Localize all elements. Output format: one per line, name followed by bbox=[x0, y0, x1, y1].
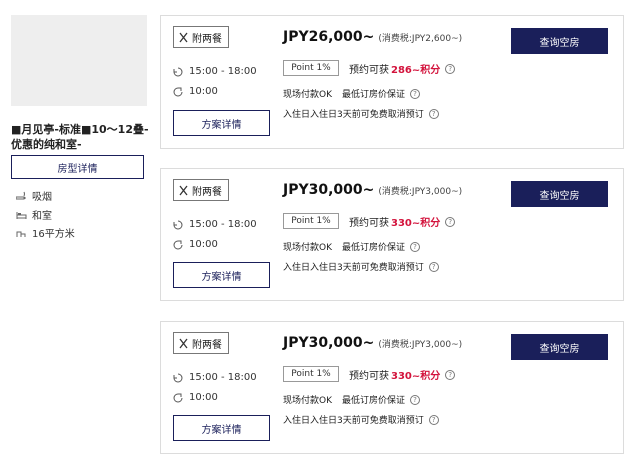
plan-tags: 现场付款OK 最低订房价保证 ? bbox=[283, 393, 421, 406]
feature-area: 16平方米 bbox=[16, 225, 75, 240]
earn-label: 预约可获 bbox=[349, 218, 389, 229]
checkout-time: 10:00 bbox=[189, 86, 218, 97]
help-icon[interactable]: ? bbox=[445, 369, 456, 380]
lowest-price-tag: 最低订房价保证 bbox=[342, 396, 406, 406]
price-amount: JPY30,000~ bbox=[283, 182, 375, 198]
feature-room-type: 和室 bbox=[16, 207, 52, 222]
checkout-time: 10:00 bbox=[189, 239, 218, 250]
smoking-icon bbox=[16, 191, 26, 199]
checkin-row: 15:00 - 18:00 bbox=[173, 219, 257, 230]
earn-points: 预约可获 330~积分 ? bbox=[349, 214, 456, 229]
earn-points: 预约可获 330~积分 ? bbox=[349, 367, 456, 382]
checkin-row: 15:00 - 18:00 bbox=[173, 372, 257, 383]
meal-label: 附两餐 bbox=[192, 186, 222, 198]
earn-points: 预约可获 286~积分 ? bbox=[349, 61, 456, 76]
price-amount: JPY30,000~ bbox=[283, 335, 375, 351]
earn-points-value: 286~积分 bbox=[391, 65, 441, 76]
plan-card: 附两餐 15:00 - 18:00 10:00 方案详情 JPY30,000~ … bbox=[160, 321, 624, 454]
checkout-row: 10:00 bbox=[173, 86, 218, 97]
room-title: ■月见亭-标准■10～12叠-优惠的纯和室- bbox=[11, 123, 149, 151]
pay-onsite-tag: 现场付款OK bbox=[283, 243, 332, 253]
checkin-time: 15:00 - 18:00 bbox=[189, 66, 257, 77]
room-details-button[interactable]: 房型详情 bbox=[11, 155, 144, 179]
cancel-text: 入住日入住日3天前可免费取消预订 bbox=[283, 416, 424, 426]
cancel-policy: 入住日入住日3天前可免费取消预订 ? bbox=[283, 107, 439, 120]
checkout-icon bbox=[173, 393, 183, 402]
plan-tags: 现场付款OK 最低订房价保证 ? bbox=[283, 240, 421, 253]
help-icon[interactable]: ? bbox=[428, 414, 439, 425]
bed-icon bbox=[16, 211, 27, 219]
plan-card: 附两餐 15:00 - 18:00 10:00 方案详情 JPY26,000~ … bbox=[160, 15, 624, 149]
price-tax: (消费税:JPY3,000~) bbox=[378, 187, 463, 197]
cancel-text: 入住日入住日3天前可免费取消预订 bbox=[283, 263, 424, 273]
help-icon[interactable]: ? bbox=[410, 88, 421, 99]
feature-label: 16平方米 bbox=[32, 229, 75, 240]
plan-card: 附两餐 15:00 - 18:00 10:00 方案详情 JPY30,000~ … bbox=[160, 168, 624, 301]
cancel-policy: 入住日入住日3天前可免费取消预订 ? bbox=[283, 413, 439, 426]
area-icon bbox=[16, 231, 26, 237]
meal-label: 附两餐 bbox=[192, 33, 222, 45]
help-icon[interactable]: ? bbox=[445, 63, 456, 74]
plan-details-button[interactable]: 方案详情 bbox=[173, 415, 270, 441]
pay-onsite-tag: 现场付款OK bbox=[283, 396, 332, 406]
earn-points-value: 330~积分 bbox=[391, 371, 441, 382]
point-badge: Point 1% bbox=[283, 213, 339, 229]
help-icon[interactable]: ? bbox=[428, 261, 439, 272]
cancel-policy: 入住日入住日3天前可免费取消预订 ? bbox=[283, 260, 439, 273]
checkout-row: 10:00 bbox=[173, 239, 218, 250]
feature-label: 和室 bbox=[32, 211, 52, 222]
meal-badge: 附两餐 bbox=[173, 332, 229, 354]
meal-badge: 附两餐 bbox=[173, 26, 229, 48]
cutlery-icon bbox=[179, 185, 188, 195]
feature-smoking: 吸烟 bbox=[16, 188, 52, 203]
meal-badge: 附两餐 bbox=[173, 179, 229, 201]
feature-label: 吸烟 bbox=[32, 192, 52, 203]
point-badge: Point 1% bbox=[283, 366, 339, 382]
cutlery-icon bbox=[179, 32, 188, 42]
checkin-icon bbox=[173, 373, 183, 382]
checkout-row: 10:00 bbox=[173, 392, 218, 403]
price-amount: JPY26,000~ bbox=[283, 29, 375, 45]
plan-tags: 现场付款OK 最低订房价保证 ? bbox=[283, 87, 421, 100]
meal-label: 附两餐 bbox=[192, 339, 222, 351]
earn-label: 预约可获 bbox=[349, 371, 389, 382]
checkout-icon bbox=[173, 87, 183, 96]
price: JPY26,000~ (消费税:JPY2,600~) bbox=[283, 29, 462, 45]
help-icon[interactable]: ? bbox=[410, 394, 421, 405]
checkout-icon bbox=[173, 240, 183, 249]
price: JPY30,000~ (消费税:JPY3,000~) bbox=[283, 182, 462, 198]
lowest-price-tag: 最低订房价保证 bbox=[342, 90, 406, 100]
lowest-price-tag: 最低订房价保证 bbox=[342, 243, 406, 253]
help-icon[interactable]: ? bbox=[410, 241, 421, 252]
checkin-row: 15:00 - 18:00 bbox=[173, 66, 257, 77]
pay-onsite-tag: 现场付款OK bbox=[283, 90, 332, 100]
check-availability-button[interactable]: 查询空房 bbox=[511, 181, 608, 207]
checkin-icon bbox=[173, 67, 183, 76]
plan-details-button[interactable]: 方案详情 bbox=[173, 262, 270, 288]
help-icon[interactable]: ? bbox=[445, 216, 456, 227]
plan-details-button[interactable]: 方案详情 bbox=[173, 110, 270, 136]
point-badge: Point 1% bbox=[283, 60, 339, 76]
room-image[interactable] bbox=[11, 15, 147, 106]
earn-points-value: 330~积分 bbox=[391, 218, 441, 229]
checkin-time: 15:00 - 18:00 bbox=[189, 219, 257, 230]
cancel-text: 入住日入住日3天前可免费取消预订 bbox=[283, 110, 424, 120]
earn-label: 预约可获 bbox=[349, 65, 389, 76]
checkin-time: 15:00 - 18:00 bbox=[189, 372, 257, 383]
check-availability-button[interactable]: 查询空房 bbox=[511, 334, 608, 360]
checkout-time: 10:00 bbox=[189, 392, 218, 403]
help-icon[interactable]: ? bbox=[428, 108, 439, 119]
price: JPY30,000~ (消费税:JPY3,000~) bbox=[283, 335, 462, 351]
price-tax: (消费税:JPY3,000~) bbox=[378, 340, 463, 350]
price-tax: (消费税:JPY2,600~) bbox=[378, 34, 463, 44]
check-availability-button[interactable]: 查询空房 bbox=[511, 28, 608, 54]
checkin-icon bbox=[173, 220, 183, 229]
cutlery-icon bbox=[179, 338, 188, 348]
